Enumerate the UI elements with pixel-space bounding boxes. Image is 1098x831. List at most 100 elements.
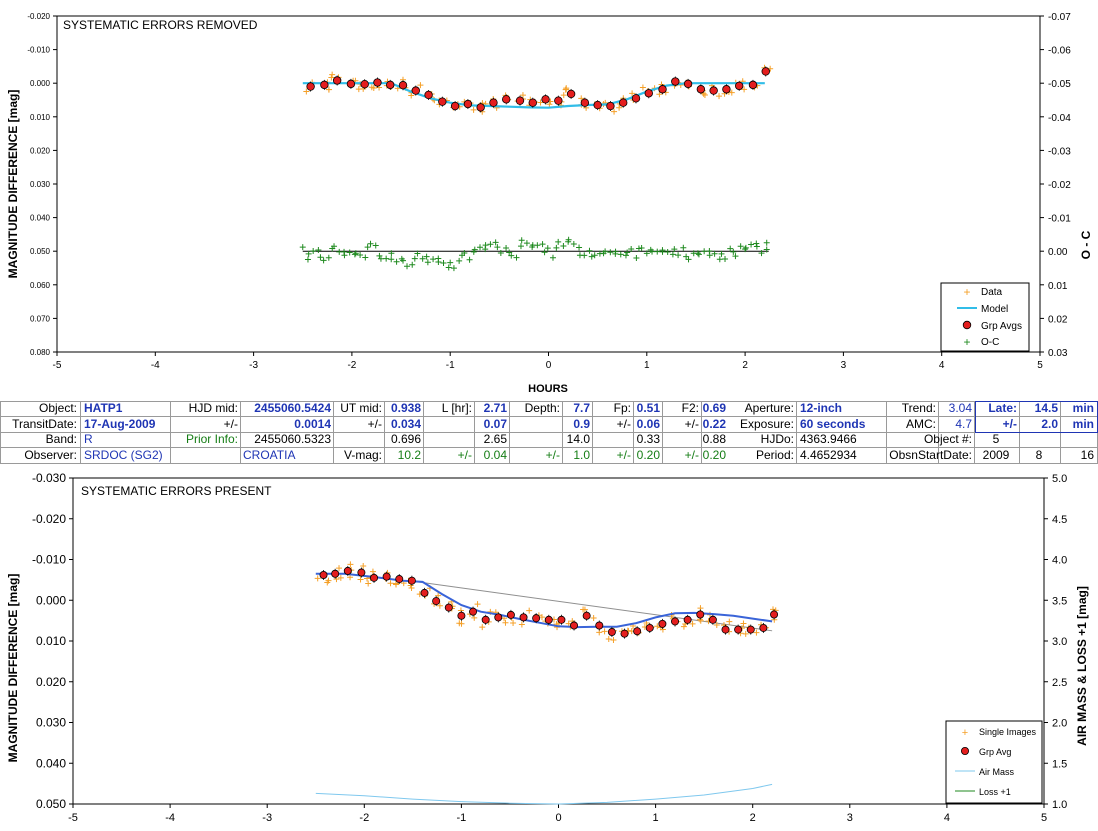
value-hjdo: 4363.9466 <box>800 432 857 446</box>
y2-tick-label: 2.5 <box>1052 677 1067 689</box>
label-hjd-mid: HJD mid: <box>188 401 238 415</box>
y-tick-label: -0.010 <box>32 553 66 567</box>
y2-tick-label: 1.0 <box>1052 799 1067 811</box>
x-tick-label: 2 <box>750 812 756 824</box>
y-tick-label: 0.030 <box>36 716 66 730</box>
x-tick-label: -4 <box>165 812 175 824</box>
value-obsn-year: 2009 <box>982 448 1010 462</box>
y2-tick-label: 4.5 <box>1052 514 1067 526</box>
y-tick-label: 0.020 <box>30 146 51 155</box>
label-fp: Fp: <box>613 401 631 415</box>
x-tick-label: -3 <box>249 360 258 371</box>
x-tick-label: -1 <box>457 812 467 824</box>
top-chart-title: SYSTEMATIC ERRORS REMOVED <box>63 18 258 32</box>
legend-grp-avg-label: Grp Avg <box>979 747 1011 757</box>
y-tick-label: 0.000 <box>30 79 51 88</box>
y2-tick-label: 0.02 <box>1048 314 1068 325</box>
label-ut-mid: UT mid: <box>340 401 382 415</box>
y2-tick-label: 2.0 <box>1052 718 1067 730</box>
value-country: CROATIA <box>243 448 296 462</box>
grp-avg-point <box>343 566 352 575</box>
value-period: 4.4652934 <box>800 448 857 462</box>
x-tick-label: 1 <box>653 812 659 824</box>
legend-data-label: Data <box>981 287 1003 298</box>
bottom-chart: -5 -4 -3 -2 -1 0 1 2 3 4 5 -0.030 -0.020 -0.010 0.000… <box>0 466 1098 831</box>
label-l-hr: L [hr]: <box>441 401 472 415</box>
grp-avg-point <box>709 86 718 95</box>
value-observer: SRDOC (SG2) <box>84 448 163 462</box>
label-vmag: V-mag: <box>343 448 382 462</box>
grp-avg-point <box>528 98 537 107</box>
value-hjd-err: 0.0014 <box>294 417 331 431</box>
y-tick-label: 0.050 <box>36 797 66 811</box>
y2-tick-label: 4.0 <box>1052 555 1067 567</box>
value-amc: 4.7 <box>955 417 972 431</box>
top-x-axis-label: HOURS <box>528 383 568 395</box>
grp-avg-point <box>671 617 680 626</box>
grp-avg-point <box>519 613 528 622</box>
grp-avg-point <box>398 81 408 90</box>
label-pm-hjd: +/- <box>223 417 238 431</box>
x-tick-label: 0 <box>555 812 561 824</box>
y2-tick-label: 0.03 <box>1048 348 1068 359</box>
value-band: R <box>84 432 93 446</box>
y2-tick-label: -0.06 <box>1048 46 1071 57</box>
label-observer: Observer: <box>24 448 77 462</box>
legend-oc-label: O-C <box>981 337 999 348</box>
value-l-err: 0.07 <box>483 417 507 431</box>
y-tick-label: -0.020 <box>32 512 66 526</box>
value-vmag: 10.2 <box>397 448 421 462</box>
label-pm-late: +/- <box>1002 417 1017 431</box>
bottom-chart-title: SYSTEMATIC ERRORS PRESENT <box>81 484 272 498</box>
label-aperture: Aperture: <box>744 401 794 415</box>
x-tick-label: 2 <box>742 360 748 371</box>
x-tick-label: 4 <box>939 360 945 371</box>
grp-avg-point <box>735 81 744 91</box>
grp-avg-point <box>570 621 579 630</box>
value-hjd-mid: 2455060.5424 <box>254 401 331 415</box>
y2-tick-label: 5.0 <box>1052 473 1067 485</box>
value-fp: 0.51 <box>636 401 660 415</box>
value-prior-f2: 0.88 <box>702 432 726 446</box>
grp-avg-point <box>748 80 758 90</box>
grp-avg-point <box>331 569 340 578</box>
grp-avg-point <box>708 615 717 624</box>
y-tick-label: 0.010 <box>36 634 66 648</box>
label-obsn-start-date: ObsnStartDate: <box>889 448 972 462</box>
y2-tick-label: -0.04 <box>1048 113 1071 124</box>
x-tick-label: 5 <box>1041 812 1047 824</box>
legend-grp-label: Grp Avgs <box>981 321 1022 332</box>
y2-tick-label: 1.5 <box>1052 758 1067 770</box>
value-object-num: 5 <box>992 432 1000 446</box>
label-object-num: Object #: <box>923 432 972 446</box>
y-tick-label: -0.010 <box>27 46 50 55</box>
top-y2-axis-label: O - C <box>1079 230 1093 259</box>
label-pm-fp: +/- <box>616 417 631 431</box>
y2-tick-label: -0.07 <box>1048 12 1071 23</box>
label-exposure: Exposure: <box>739 417 794 431</box>
label-pm-f2: +/- <box>684 417 699 431</box>
grp-avg-point <box>606 101 615 111</box>
label-pm-v4: +/- <box>684 448 699 462</box>
grp-avg-point <box>544 615 553 624</box>
grp-avg-point <box>759 623 768 632</box>
grp-avg-point <box>645 623 654 632</box>
value-aperture: 12-inch <box>800 401 843 415</box>
value-prior-ut: 0.696 <box>390 432 421 446</box>
y2-tick-label: -0.05 <box>1048 79 1071 90</box>
x-tick-label: 5 <box>1037 360 1043 371</box>
x-tick-label: 3 <box>847 812 853 824</box>
grp-avg-point <box>541 95 550 104</box>
label-pm-v1: +/- <box>457 448 472 462</box>
grp-avg-point <box>469 607 478 616</box>
grp-avg-point <box>502 95 511 104</box>
bottom-legend: + Single Images Grp Avg Air Mass Loss +1 <box>945 720 1043 804</box>
value-exposure: 60 seconds <box>800 417 866 431</box>
y-tick-label: 0.080 <box>30 348 51 357</box>
grp-avg-point <box>644 89 653 98</box>
value-ut-err: 0.034 <box>390 417 421 431</box>
value-depth: 7.7 <box>573 401 590 415</box>
grp-avg-point <box>683 615 692 624</box>
grp-avg-point <box>566 89 576 99</box>
grp-avg-point <box>457 611 466 620</box>
